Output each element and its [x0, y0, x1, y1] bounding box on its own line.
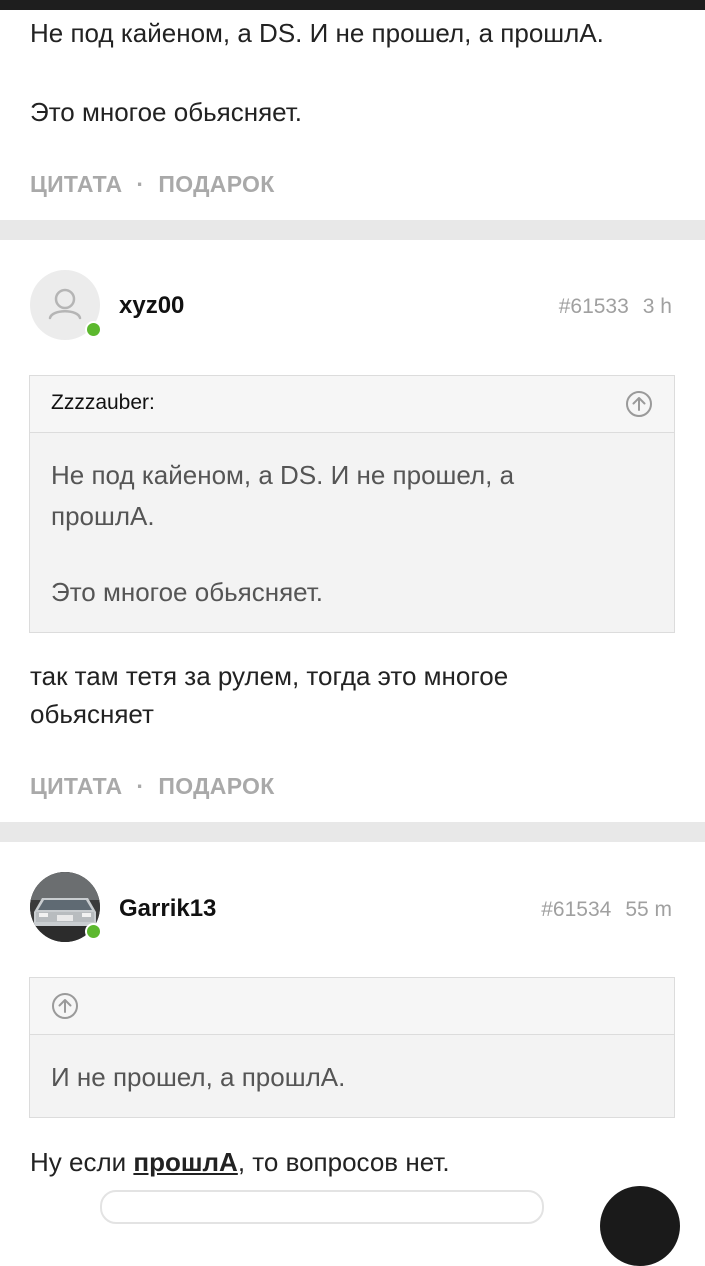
post-text-part: , то вопросов нет.	[237, 1147, 450, 1177]
quote-block: И не прошел, а прошлА.	[29, 977, 675, 1118]
arrow-up-circle-icon[interactable]	[625, 390, 653, 418]
quote-text: Это многое обьясняет.	[51, 577, 323, 607]
post-text: так там тетя за рулем, тогда это многое …	[30, 661, 509, 729]
quote-action[interactable]: ЦИТАТА	[30, 773, 122, 799]
quote-text: Не под кайеном, а DS. И не прошел, а про…	[51, 460, 515, 531]
post-actions: ЦИТАТА · ПОДАРОК	[30, 773, 275, 800]
avatar[interactable]	[30, 270, 102, 340]
post-actions: ЦИТАТА · ПОДАРОК	[30, 171, 275, 198]
online-indicator	[85, 321, 102, 338]
quote-header: Zzzzauber:	[30, 376, 674, 433]
post-text-line: Это многое обьясняет.	[30, 97, 302, 127]
quote-action[interactable]: ЦИТАТА	[30, 171, 122, 197]
quote-author: Zzzzauber:	[51, 391, 155, 414]
action-separator: ·	[136, 171, 145, 197]
post-time: 55 m	[625, 898, 672, 921]
floating-action-button[interactable]	[600, 1186, 680, 1266]
post-meta: #61534 55 m	[541, 898, 672, 922]
quote-block: Zzzzauber: Не под кайеном, а DS. И не пр…	[29, 375, 675, 633]
post-number[interactable]: #61533	[559, 295, 629, 318]
post-text-line: Не под кайеном, а DS. И не прошел, а про…	[30, 18, 604, 48]
quote-body: Не под кайеном, а DS. И не прошел, а про…	[30, 433, 674, 613]
post-meta: #61533 3 h	[559, 295, 672, 319]
action-separator: ·	[136, 773, 145, 799]
quote-text: И не прошел, а прошлА.	[51, 1062, 346, 1092]
gift-action[interactable]: ПОДАРОК	[158, 773, 274, 799]
post-divider	[0, 822, 705, 842]
quote-header	[30, 978, 674, 1035]
status-bar	[0, 0, 705, 10]
post-divider	[0, 220, 705, 240]
post-number[interactable]: #61534	[541, 898, 611, 921]
username[interactable]: xyz00	[119, 292, 184, 320]
post-text-part: Ну если	[30, 1147, 134, 1177]
quote-body: И не прошел, а прошлА.	[30, 1035, 674, 1098]
gift-action[interactable]: ПОДАРОК	[158, 171, 274, 197]
avatar[interactable]	[30, 872, 102, 942]
post-text-bold: прошлА	[133, 1147, 238, 1177]
username[interactable]: Garrik13	[119, 895, 216, 923]
online-indicator	[85, 923, 102, 940]
post-text: Ну если прошлА, то вопросов нет.	[30, 1143, 450, 1181]
post-time: 3 h	[642, 295, 672, 318]
arrow-up-circle-icon[interactable]	[51, 992, 79, 1020]
reply-input-bar[interactable]	[100, 1190, 544, 1224]
